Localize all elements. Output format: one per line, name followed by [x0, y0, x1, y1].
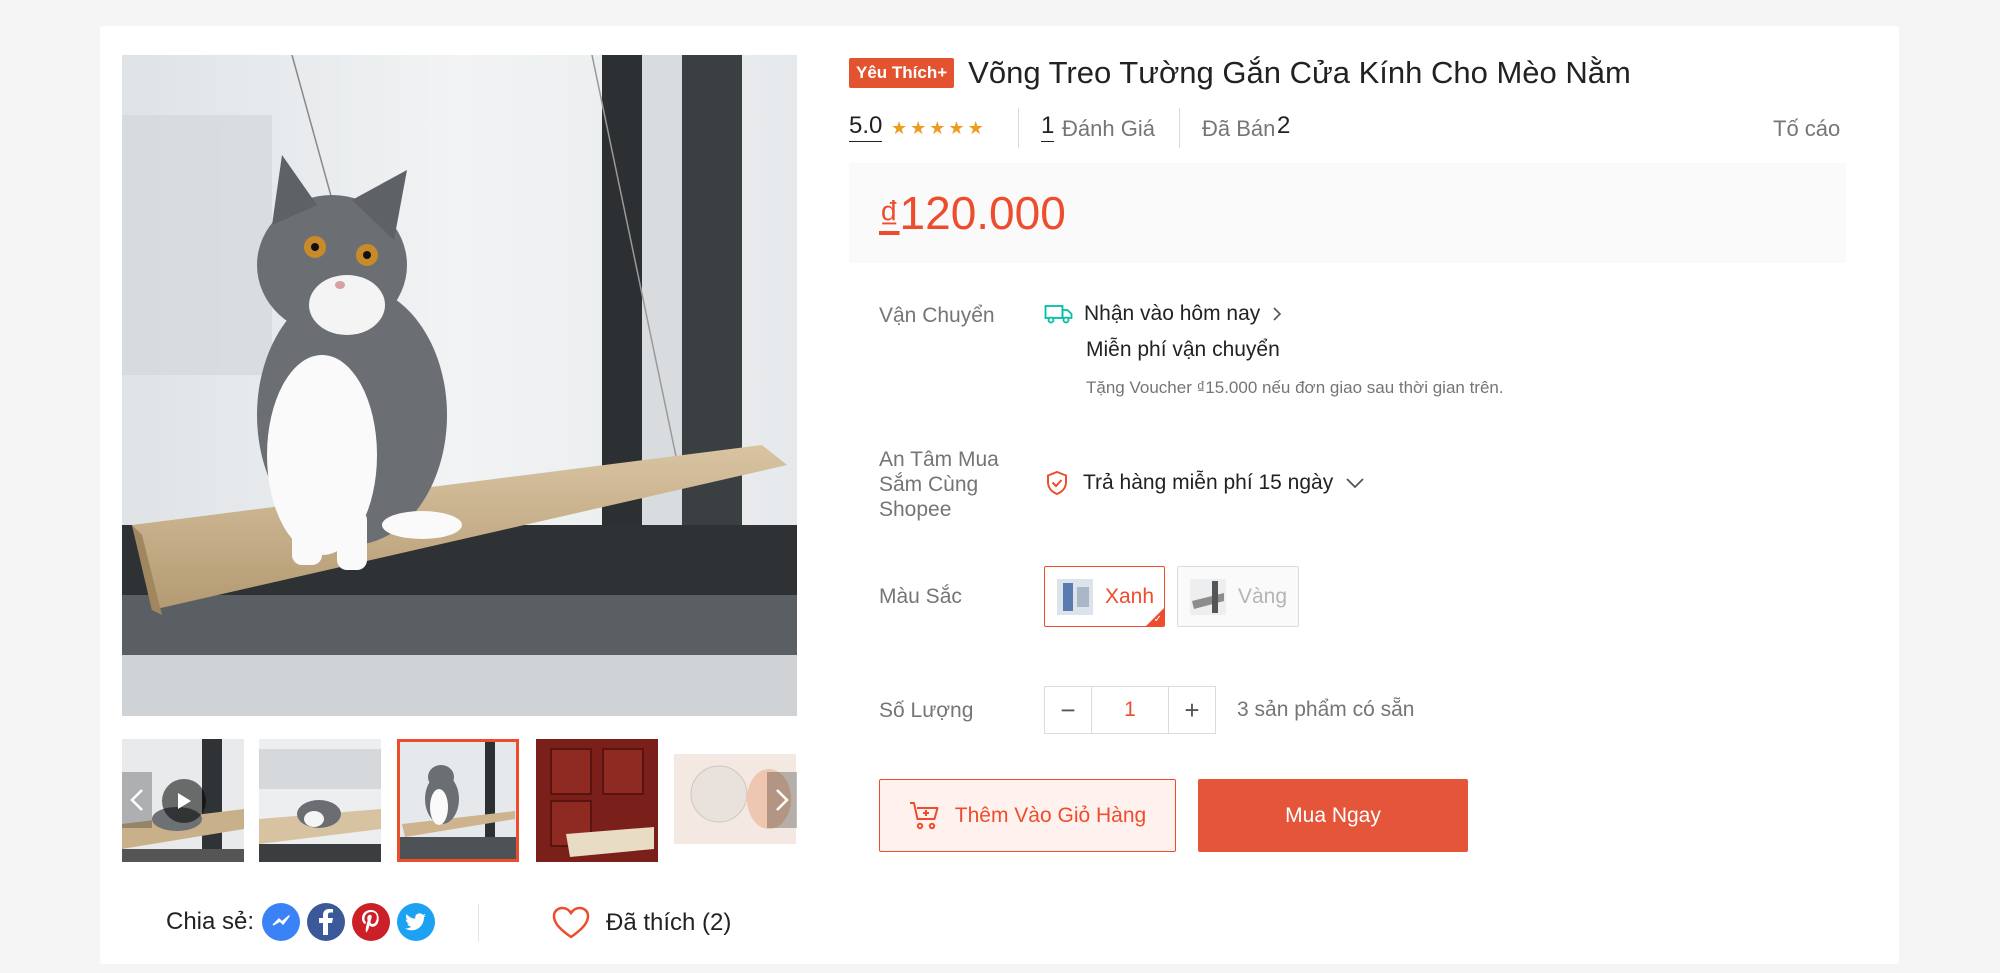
like-button[interactable]: Đã thích (2): [552, 902, 731, 944]
color-option-xanh[interactable]: Xanh ✓: [1044, 566, 1165, 627]
color-option-vang[interactable]: Vàng: [1177, 566, 1299, 627]
checkmark-icon: ✓: [1153, 614, 1162, 625]
share-label: Chia sẻ:: [166, 908, 255, 935]
chevron-down-icon: [1346, 478, 1364, 489]
star-icon: ★: [891, 118, 908, 138]
increase-quantity-button[interactable]: +: [1168, 686, 1216, 734]
price-box: ₫120.000: [849, 163, 1846, 263]
product-title: Võng Treo Tường Gắn Cửa Kính Cho Mèo Nằm: [968, 55, 1631, 90]
quantity-stepper: − 1 +: [1044, 686, 1216, 734]
guarantee-label: An Tâm Mua Sắm Cùng Shopee: [879, 448, 999, 521]
cart-plus-icon: [909, 801, 939, 829]
like-count-text: Đã thích (2): [606, 909, 732, 936]
favorite-plus-badge: Yêu Thích+: [849, 58, 955, 88]
variant-thumbnail: [1057, 578, 1093, 615]
color-label: Màu Sắc: [879, 585, 962, 608]
chevron-right-icon: [1273, 307, 1282, 321]
buy-now-button[interactable]: Mua Ngay: [1198, 779, 1468, 852]
share-row: Chia sẻ:: [166, 900, 442, 944]
play-video-button[interactable]: [162, 779, 206, 823]
pinterest-icon[interactable]: [352, 903, 391, 941]
color-option-label: Vàng: [1238, 584, 1288, 608]
stock-available-text: 3 sản phẩm có sẵn: [1237, 698, 1415, 721]
star-icon: ★: [910, 118, 927, 138]
shipping-label: Vận Chuyển: [879, 304, 995, 327]
add-to-cart-label: Thêm Vào Giỏ Hàng: [954, 803, 1147, 827]
add-to-cart-button[interactable]: Thêm Vào Giỏ Hàng: [879, 779, 1176, 852]
star-icon: ★: [929, 118, 946, 138]
product-price: ₫120.000: [879, 186, 1066, 240]
facebook-icon[interactable]: [307, 903, 346, 941]
quantity-input[interactable]: 1: [1092, 686, 1168, 734]
heart-icon: [552, 906, 590, 939]
thumbnail-image-selected[interactable]: [397, 739, 519, 862]
quantity-label: Số Lượng: [879, 699, 974, 722]
twitter-icon[interactable]: [397, 903, 436, 941]
stats-divider: [1179, 108, 1180, 148]
product-stats: 5.0 ★ ★ ★ ★ ★ 1 Đánh Giá Đã Bán 2 Tố cáo: [849, 108, 1849, 148]
truck-icon: [1044, 305, 1073, 324]
thumbnail-next-button[interactable]: [767, 772, 797, 828]
return-policy[interactable]: Trả hàng miễn phí 15 ngày: [1045, 470, 1365, 496]
return-policy-text: Trả hàng miễn phí 15 ngày: [1083, 471, 1334, 494]
voucher-note: Tặng Voucher ₫15.000 nếu đơn giao sau th…: [1086, 378, 1504, 397]
report-link[interactable]: Tố cáo: [1773, 116, 1840, 142]
price-value: 120.000: [899, 187, 1066, 239]
sold-label: Đã Bán: [1202, 116, 1276, 141]
share-divider: [478, 904, 479, 942]
star-icon: ★: [948, 118, 965, 138]
free-shipping-text: Miễn phí vận chuyển: [1086, 338, 1280, 361]
title-row: Yêu Thích+ Võng Treo Tường Gắn Cửa Kính …: [849, 55, 1631, 91]
currency-symbol: ₫: [879, 194, 900, 238]
shield-check-icon: [1047, 470, 1067, 496]
variant-thumbnail: [1190, 578, 1226, 615]
thumbnail-image[interactable]: [536, 739, 658, 862]
decrease-quantity-button[interactable]: −: [1044, 686, 1092, 734]
sold-count: 2: [1277, 112, 1291, 139]
rating-value[interactable]: 5.0: [849, 112, 883, 142]
reviews-count[interactable]: 1: [1041, 112, 1055, 142]
thumbnail-prev-button[interactable]: [122, 772, 152, 828]
delivery-text: Nhận vào hôm nay: [1084, 302, 1261, 325]
messenger-icon[interactable]: [262, 903, 301, 941]
stats-divider: [1018, 108, 1019, 148]
delivery-info[interactable]: Nhận vào hôm nay: [1044, 302, 1294, 326]
reviews-label: Đánh Giá: [1062, 116, 1155, 141]
thumbnail-image[interactable]: [259, 739, 381, 862]
rating-stars: ★ ★ ★ ★ ★: [891, 119, 987, 137]
thumbnail-strip: [122, 739, 797, 862]
main-product-image[interactable]: [122, 55, 797, 716]
star-icon: ★: [967, 118, 984, 138]
color-option-label: Xanh: [1105, 584, 1155, 608]
